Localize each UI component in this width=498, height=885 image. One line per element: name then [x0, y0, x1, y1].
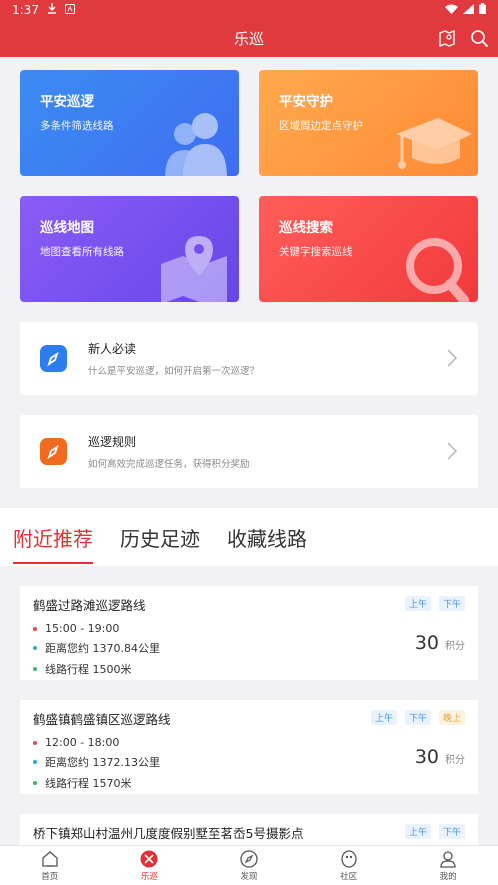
top-bar: 1:37 乐巡 — [0, 0, 498, 57]
route-time: 15:00 - 19:00 — [33, 622, 465, 635]
user-icon — [438, 849, 458, 869]
people-icon — [165, 113, 227, 176]
feature-card-patrol[interactable]: 平安巡逻 多条件筛选线路 — [20, 70, 239, 176]
time-tag: 下午 — [438, 824, 465, 839]
route-title: 桥下镇郑山村温州几度度假别墅至茗岙5号摄影点 — [33, 826, 304, 841]
notification-icon — [64, 3, 75, 17]
time-tag: 下午 — [438, 596, 465, 611]
status-time: 1:37 — [12, 3, 39, 17]
guide-subtitle: 如何高效完成巡逻任务，获得积分奖励 — [88, 459, 250, 470]
patrol-icon — [139, 849, 159, 869]
nav-patrol[interactable]: 乐巡 — [100, 846, 200, 885]
signal-icon — [463, 3, 474, 17]
compass-icon — [40, 438, 67, 465]
chevron-right-icon — [447, 442, 458, 460]
route-distance: 距离您约 1372.13公里 — [33, 754, 465, 770]
magnifier-icon — [406, 238, 469, 302]
status-bar: 1:37 — [0, 0, 498, 20]
nav-discover[interactable]: 发现 — [199, 846, 299, 885]
feature-title: 巡线搜索 — [279, 220, 333, 236]
guide-title: 新人必读 — [88, 342, 137, 356]
feature-card-search[interactable]: 巡线搜索 关键字搜索巡线 — [259, 196, 478, 302]
route-points: 30 积分 — [414, 746, 465, 768]
route-distance: 距离您约 1370.84公里 — [33, 640, 465, 656]
nav-home[interactable]: 首页 — [0, 846, 100, 885]
guide-rules[interactable]: 巡逻规则 如何高效完成巡逻任务，获得积分奖励 — [20, 415, 478, 488]
route-tabs: 附近推荐 历史足迹 收藏线路 — [0, 508, 498, 566]
download-icon — [47, 3, 57, 17]
search-icon[interactable] — [468, 27, 490, 49]
route-card[interactable]: 鹤盛过路滩巡逻路线 上午 下午 15:00 - 19:00 距离您约 1370.… — [20, 586, 478, 680]
guide-title: 巡逻规则 — [88, 435, 137, 449]
nav-label: 发现 — [240, 872, 258, 882]
route-list: 鹤盛过路滩巡逻路线 上午 下午 15:00 - 19:00 距离您约 1370.… — [0, 586, 498, 885]
map-pin-icon — [161, 236, 227, 302]
compass-icon — [40, 345, 67, 372]
time-tag: 上午 — [404, 596, 431, 611]
bottom-nav: 首页 乐巡 发现 社区 我的 — [0, 845, 498, 885]
nav-label: 乐巡 — [140, 872, 158, 882]
graduation-cap-icon — [396, 118, 472, 169]
chevron-right-icon — [447, 349, 458, 367]
map-book-icon[interactable] — [436, 27, 458, 49]
battery-icon — [479, 3, 486, 17]
nav-label: 社区 — [340, 872, 358, 882]
home-icon — [40, 849, 60, 869]
header: 乐巡 — [0, 20, 498, 57]
guide-newcomer[interactable]: 新人必读 什么是平安巡逻，如何开启第一次巡逻？ — [20, 322, 478, 395]
feature-grid: 平安巡逻 多条件筛选线路 平安守护 区域周边定点守护 巡线地图 地图查看所有线路 — [0, 57, 498, 302]
wifi-icon — [445, 3, 458, 17]
feature-title: 平安巡逻 — [40, 94, 94, 110]
time-tag: 上午 — [404, 824, 431, 839]
nav-label: 首页 — [41, 872, 59, 882]
nav-community[interactable]: 社区 — [299, 846, 399, 885]
feature-title: 巡线地图 — [40, 220, 94, 236]
time-tag: 下午 — [404, 710, 431, 725]
route-time: 12:00 - 18:00 — [33, 736, 465, 749]
route-length: 线路行程 1500米 — [33, 661, 465, 677]
feature-card-map[interactable]: 巡线地图 地图查看所有线路 — [20, 196, 239, 302]
compass-icon — [239, 849, 259, 869]
route-title: 鹤盛过路滩巡逻路线 — [33, 598, 146, 613]
page-title: 乐巡 — [233, 30, 264, 48]
nav-label: 我的 — [439, 872, 457, 882]
community-icon — [339, 849, 359, 869]
route-card[interactable]: 鹤盛镇鹤盛镇区巡逻路线 上午 下午 晚上 12:00 - 18:00 距离您约 … — [20, 700, 478, 794]
feature-card-guard[interactable]: 平安守护 区域周边定点守护 — [259, 70, 478, 176]
tab-nearby[interactable]: 附近推荐 — [13, 523, 93, 564]
app-root: 1:37 乐巡 平安巡逻 多条件筛选线路 平安守护 区域周边定点守护 巡线地图 … — [0, 0, 498, 885]
nav-profile[interactable]: 我的 — [398, 846, 498, 885]
route-length: 线路行程 1570米 — [33, 775, 465, 791]
guide-subtitle: 什么是平安巡逻，如何开启第一次巡逻？ — [88, 366, 260, 377]
tab-favorites[interactable]: 收藏线路 — [227, 523, 307, 552]
time-tag: 晚上 — [438, 710, 465, 725]
route-points: 30 积分 — [414, 632, 465, 654]
feature-title: 平安守护 — [279, 94, 333, 110]
tab-history[interactable]: 历史足迹 — [120, 523, 200, 552]
time-tag: 上午 — [370, 710, 397, 725]
